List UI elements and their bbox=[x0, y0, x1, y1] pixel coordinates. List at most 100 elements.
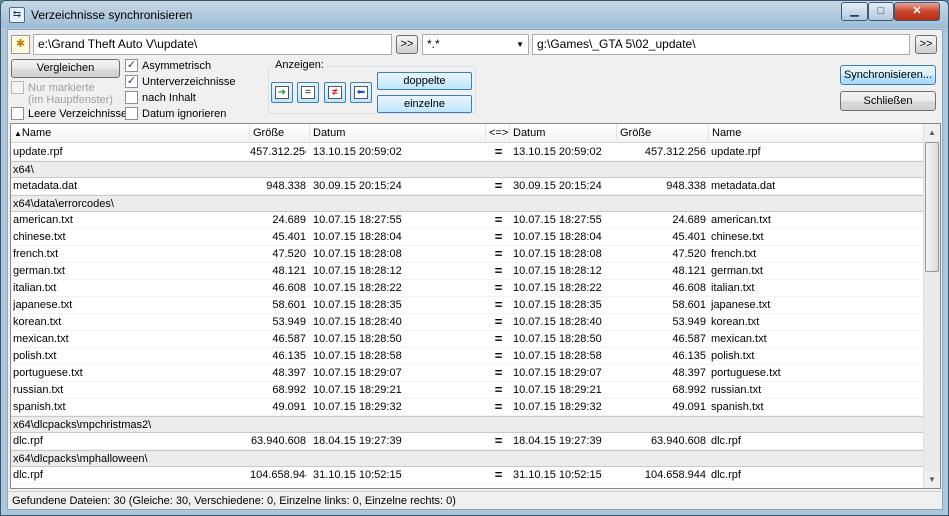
cell-name-left: dlc.rpf bbox=[13, 469, 43, 481]
table-row[interactable]: update.rpf 457.312.256 13.10.15 20:59:02 = 1… bbox=[11, 144, 924, 161]
browse-left-button[interactable]: >> bbox=[396, 35, 418, 54]
cell-size-left: 457.312.256 bbox=[250, 146, 306, 158]
sort-up-icon: ▲ bbox=[14, 129, 22, 138]
show-left-newer-button[interactable]: ➜ bbox=[271, 82, 293, 103]
cell-name-left: german.txt bbox=[13, 265, 65, 277]
table-row[interactable]: korean.txt 53.949 10.07.15 18:28:40 = 10.07.… bbox=[11, 314, 924, 331]
close-button[interactable]: Schließen bbox=[840, 91, 936, 111]
compare-button[interactable]: Vergleichen bbox=[11, 59, 120, 78]
table-row[interactable]: dlc.rpf 63.940.608 18.04.15 19:27:39 = 18.04… bbox=[11, 433, 924, 450]
col-header-name-left[interactable]: ▲Name bbox=[11, 124, 250, 143]
table-row[interactable]: russian.txt 68.992 10.07.15 18:29:21 = 10.07… bbox=[11, 382, 924, 399]
table-row[interactable]: japanese.txt 58.601 10.07.15 18:28:35 = 10.0… bbox=[11, 297, 924, 314]
scroll-down-icon[interactable]: ▼ bbox=[924, 471, 940, 488]
folder-path: x64\dlcpacks\mphalloween\ bbox=[13, 453, 148, 465]
subdirs-checkbox[interactable]: ✓ Unterverzeichnisse bbox=[125, 75, 236, 88]
cell-size-right: 68.992 bbox=[672, 384, 706, 396]
cell-size-right: 63.940.608 bbox=[650, 435, 706, 447]
folder-row[interactable]: x64\ bbox=[11, 161, 924, 178]
not-equal-icon: ≠ bbox=[328, 86, 342, 99]
cell-name-right: metadata.dat bbox=[711, 180, 776, 192]
col-header-size-right[interactable]: Größe bbox=[617, 124, 709, 143]
cell-name-left: dlc.rpf bbox=[13, 435, 43, 447]
title-bar[interactable]: ⇆ Verzeichnisse synchronisieren ▁ □ ✕ bbox=[1, 1, 948, 28]
cell-name-right: american.txt bbox=[711, 214, 771, 226]
only-marked-checkbox[interactable]: Nur markierte bbox=[11, 81, 95, 94]
show-label: Anzeigen: bbox=[273, 59, 326, 71]
cell-size-right: 47.520 bbox=[672, 248, 706, 260]
sync-dirs-window: ⇆ Verzeichnisse synchronisieren ▁ □ ✕ ✱ … bbox=[0, 0, 949, 516]
folder-row[interactable]: x64\data\errorcodes\ bbox=[11, 195, 924, 212]
maximize-button[interactable]: □ bbox=[868, 2, 894, 21]
synchronize-button[interactable]: Synchronisieren... bbox=[840, 65, 936, 85]
table-row[interactable]: portuguese.txt 48.397 10.07.15 18:29:07 = 10… bbox=[11, 365, 924, 382]
cell-size-left: 47.520 bbox=[272, 248, 306, 260]
table-row[interactable]: polish.txt 46.135 10.07.15 18:28:58 = 10.07.… bbox=[11, 348, 924, 365]
browse-right-button[interactable]: >> bbox=[915, 35, 937, 54]
folder-row[interactable]: x64\dlcpacks\mphalloween\ bbox=[11, 450, 924, 467]
left-path-input[interactable]: e:\Grand Theft Auto V\update\ bbox=[33, 34, 392, 55]
cell-date-right: 10.07.15 18:29:32 bbox=[513, 401, 602, 413]
vertical-scrollbar[interactable]: ▲ ▼ bbox=[923, 124, 940, 488]
cell-name-right: dlc.rpf bbox=[711, 435, 741, 447]
cell-name-right: mexican.txt bbox=[711, 333, 767, 345]
cell-size-right: 457.312.256 bbox=[644, 146, 706, 158]
subdirs-label: Unterverzeichnisse bbox=[142, 75, 236, 88]
cell-compare-equal: = bbox=[494, 382, 503, 397]
col-header-date-right[interactable]: Datum bbox=[510, 124, 617, 143]
file-filter-combo[interactable]: *.* ▼ bbox=[422, 34, 529, 55]
cell-compare-equal: = bbox=[494, 178, 503, 193]
by-content-checkbox[interactable]: nach Inhalt bbox=[125, 91, 196, 104]
show-different-button[interactable]: ≠ bbox=[324, 82, 346, 103]
table-row[interactable]: metadata.dat 948.338 30.09.15 20:15:24 = 30.… bbox=[11, 178, 924, 195]
table-row[interactable]: italian.txt 46.608 10.07.15 18:28:22 = 10.07… bbox=[11, 280, 924, 297]
cell-date-left: 30.09.15 20:15:24 bbox=[313, 180, 402, 192]
cell-date-right: 30.09.15 20:15:24 bbox=[513, 180, 602, 192]
cell-size-left: 46.135 bbox=[272, 350, 306, 362]
folder-row[interactable]: x64\dlcpacks\mpchristmas2\ bbox=[11, 416, 924, 433]
show-right-newer-button[interactable]: ⬅ bbox=[350, 82, 372, 103]
minimize-button[interactable]: ▁ bbox=[841, 2, 868, 21]
cell-name-left: portuguese.txt bbox=[13, 367, 83, 379]
cell-size-left: 46.587 bbox=[272, 333, 306, 345]
singles-button[interactable]: einzelne bbox=[377, 95, 472, 113]
col-header-size-left[interactable]: Größe bbox=[250, 124, 310, 143]
table-row[interactable]: french.txt 47.520 10.07.15 18:28:08 = 10.07.… bbox=[11, 246, 924, 263]
cell-size-right: 104.658.944 bbox=[644, 469, 706, 481]
compare-list[interactable]: ▲Name Größe Datum <=> Datum Größe Name u… bbox=[10, 123, 941, 489]
table-row[interactable]: mexican.txt 46.587 10.07.15 18:28:50 = 10.07… bbox=[11, 331, 924, 348]
cell-name-right: japanese.txt bbox=[711, 299, 771, 311]
show-equal-button[interactable]: = bbox=[297, 82, 319, 103]
col-header-compare[interactable]: <=> bbox=[486, 124, 510, 143]
by-content-label: nach Inhalt bbox=[142, 91, 196, 104]
table-row[interactable]: german.txt 48.121 10.07.15 18:28:12 = 10.07.… bbox=[11, 263, 924, 280]
cell-date-right: 18.04.15 19:27:39 bbox=[513, 435, 602, 447]
cell-name-right: german.txt bbox=[711, 265, 763, 277]
cell-date-left: 10.07.15 18:28:22 bbox=[313, 282, 402, 294]
cell-date-left: 10.07.15 18:29:21 bbox=[313, 384, 402, 396]
cell-date-left: 10.07.15 18:28:04 bbox=[313, 231, 402, 243]
table-row[interactable]: dlc.rpf 104.658.944 31.10.15 10:52:15 = 31.1… bbox=[11, 467, 924, 484]
scroll-up-icon[interactable]: ▲ bbox=[924, 124, 940, 141]
cell-size-left: 104.658.944 bbox=[250, 469, 306, 481]
cell-name-right: korean.txt bbox=[711, 316, 760, 328]
cell-size-left: 48.397 bbox=[272, 367, 306, 379]
cell-size-left: 948.338 bbox=[266, 180, 306, 192]
dialog-client: ✱ e:\Grand Theft Auto V\update\ >> *.* ▼… bbox=[7, 29, 943, 510]
favorites-star-icon[interactable]: ✱ bbox=[11, 35, 30, 54]
empty-dirs-checkbox[interactable]: Leere Verzeichnisse bbox=[11, 107, 127, 120]
asymmetric-checkbox[interactable]: ✓ Asymmetrisch bbox=[125, 59, 211, 72]
ignore-date-checkbox[interactable]: Datum ignorieren bbox=[125, 107, 226, 120]
right-path-input[interactable]: g:\Games\_GTA 5\02_update\ bbox=[532, 34, 910, 55]
close-window-button[interactable]: ✕ bbox=[894, 2, 940, 21]
col-header-date-left[interactable]: Datum bbox=[310, 124, 486, 143]
table-row[interactable]: chinese.txt 45.401 10.07.15 18:28:04 = 10.07… bbox=[11, 229, 924, 246]
table-row[interactable]: american.txt 24.689 10.07.15 18:27:55 = 10.0… bbox=[11, 212, 924, 229]
cell-date-left: 10.07.15 18:28:08 bbox=[313, 248, 402, 260]
cell-size-left: 45.401 bbox=[272, 231, 306, 243]
table-row[interactable]: spanish.txt 49.091 10.07.15 18:29:32 = 10.07… bbox=[11, 399, 924, 416]
app-icon: ⇆ bbox=[9, 7, 25, 23]
scroll-thumb[interactable] bbox=[925, 142, 939, 272]
duplicates-button[interactable]: doppelte bbox=[377, 72, 472, 90]
col-header-name-right[interactable]: Name bbox=[709, 124, 924, 143]
